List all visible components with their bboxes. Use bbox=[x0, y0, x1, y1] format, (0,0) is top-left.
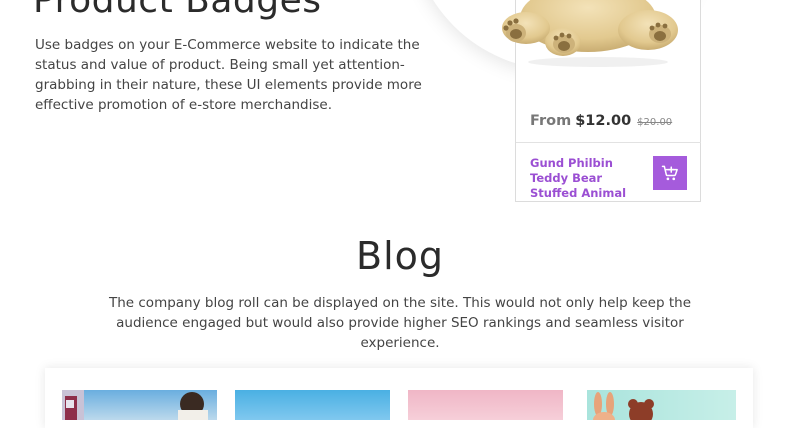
card-divider bbox=[516, 142, 701, 143]
blog-post-thumbnail[interactable] bbox=[235, 390, 390, 420]
product-badges-title: Product Badges bbox=[33, 0, 322, 21]
current-price: $12.00 bbox=[575, 113, 632, 129]
old-price: $20.00 bbox=[637, 117, 673, 128]
blog-title: Blog bbox=[356, 234, 444, 278]
product-badges-description: Use badges on your E-Commerce website to… bbox=[35, 37, 422, 113]
blog-description: The company blog roll can be displayed o… bbox=[108, 295, 692, 351]
product-price-row: From $12.00 $20.00 bbox=[530, 113, 672, 129]
add-to-cart-icon bbox=[661, 165, 678, 181]
add-to-cart-button[interactable] bbox=[653, 156, 687, 190]
teddy-bear-image[interactable] bbox=[488, 0, 683, 70]
price-prefix: From bbox=[530, 113, 572, 129]
blog-post-thumbnail[interactable] bbox=[408, 390, 563, 420]
product-name-link[interactable]: Gund Philbin Teddy Bear Stuffed Animal bbox=[530, 156, 650, 201]
blog-post-thumbnail[interactable] bbox=[62, 390, 217, 420]
blog-post-thumbnail[interactable] bbox=[581, 390, 736, 420]
